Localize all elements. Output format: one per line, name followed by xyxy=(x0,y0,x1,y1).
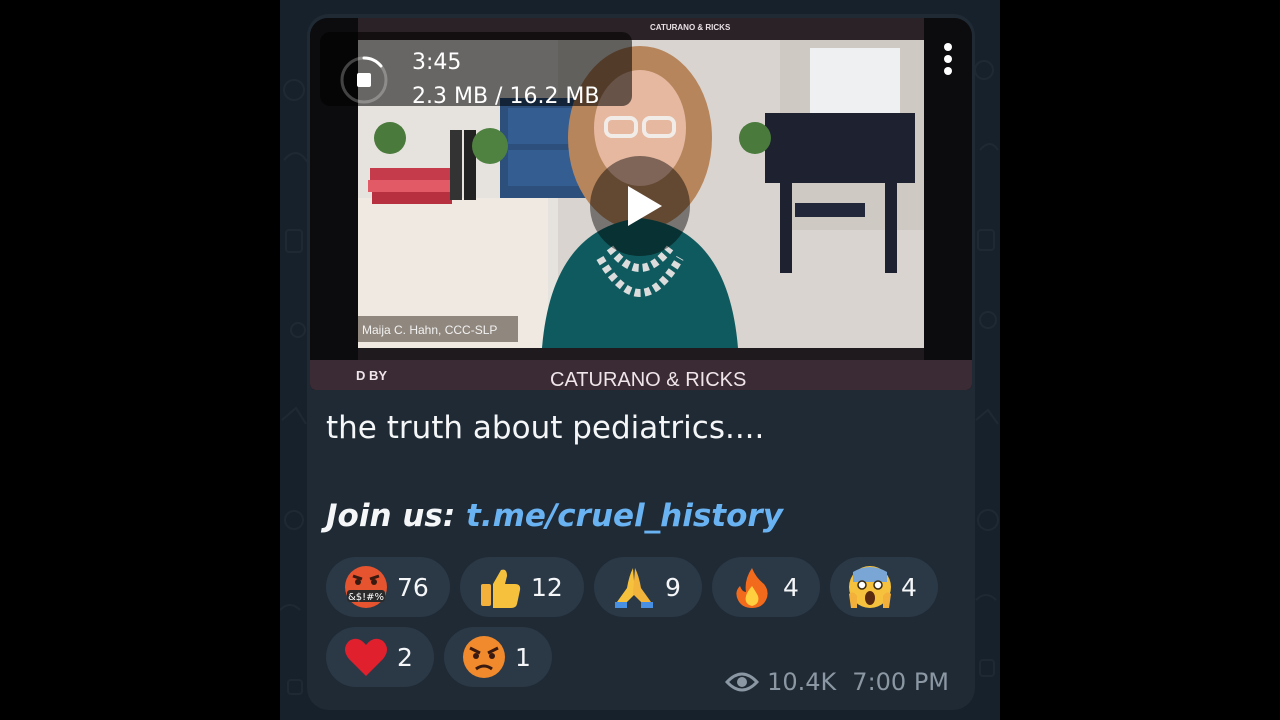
reaction-count: 9 xyxy=(665,572,681,602)
play-icon xyxy=(628,186,662,226)
video-banner-text: CATURANO & RICKS xyxy=(650,23,731,32)
fire-icon xyxy=(736,568,768,608)
folded-hands-icon xyxy=(615,568,653,608)
message-bubble[interactable]: Maija C. Hahn, CCC-SLP D BY CATURANO & R… xyxy=(307,14,975,710)
channel-link[interactable]: t.me/cruel_history xyxy=(466,498,783,534)
join-label: Join us: xyxy=(326,498,467,534)
cursing-face-icon: &$!#% xyxy=(345,566,387,608)
reaction-count: 12 xyxy=(531,572,563,602)
reaction-heart[interactable]: 2 xyxy=(326,627,434,687)
thumbs-up-icon xyxy=(481,569,521,608)
video-bottom-brand: CATURANO & RICKS xyxy=(550,369,746,390)
view-count: 10.4K xyxy=(767,668,837,696)
reaction-count: 76 xyxy=(397,572,429,602)
message-caption: the truth about pediatrics.... xyxy=(326,410,765,446)
message-meta: 10.4K 7:00 PM xyxy=(725,668,949,696)
message-time: 7:00 PM xyxy=(852,668,949,696)
join-line: Join us: t.me/cruel_history xyxy=(326,498,783,534)
download-cancel-icon[interactable] xyxy=(338,54,390,106)
reaction-angry[interactable]: 1 xyxy=(444,627,552,687)
video-duration: 3:45 xyxy=(412,50,462,75)
reaction-count: 4 xyxy=(901,572,917,602)
reaction-count: 1 xyxy=(515,642,531,672)
more-options-icon[interactable] xyxy=(936,40,960,84)
svg-text:&$!#%: &$!#% xyxy=(348,592,384,603)
reaction-count: 2 xyxy=(397,642,413,672)
reaction-cursing[interactable]: &$!#% 76 xyxy=(326,557,450,617)
play-button[interactable] xyxy=(590,156,690,256)
reaction-thumbs-up[interactable]: 12 xyxy=(460,557,584,617)
red-heart-icon xyxy=(345,638,387,676)
views-eye-icon xyxy=(725,672,760,692)
reaction-fire[interactable]: 4 xyxy=(712,557,820,617)
video-preview[interactable]: Maija C. Hahn, CCC-SLP D BY CATURANO & R… xyxy=(310,18,972,390)
angry-face-icon xyxy=(463,636,505,678)
screaming-face-icon xyxy=(849,566,891,608)
download-size: 2.3 MB / 16.2 MB xyxy=(412,84,600,109)
video-bottom-prefix: D BY xyxy=(356,368,387,383)
download-status: 3:45 2.3 MB / 16.2 MB xyxy=(320,32,632,109)
speaker-name-tag: Maija C. Hahn, CCC-SLP xyxy=(362,323,497,337)
reaction-screaming[interactable]: 4 xyxy=(830,557,938,617)
reaction-count: 4 xyxy=(783,572,799,602)
reaction-folded-hands[interactable]: 9 xyxy=(594,557,702,617)
